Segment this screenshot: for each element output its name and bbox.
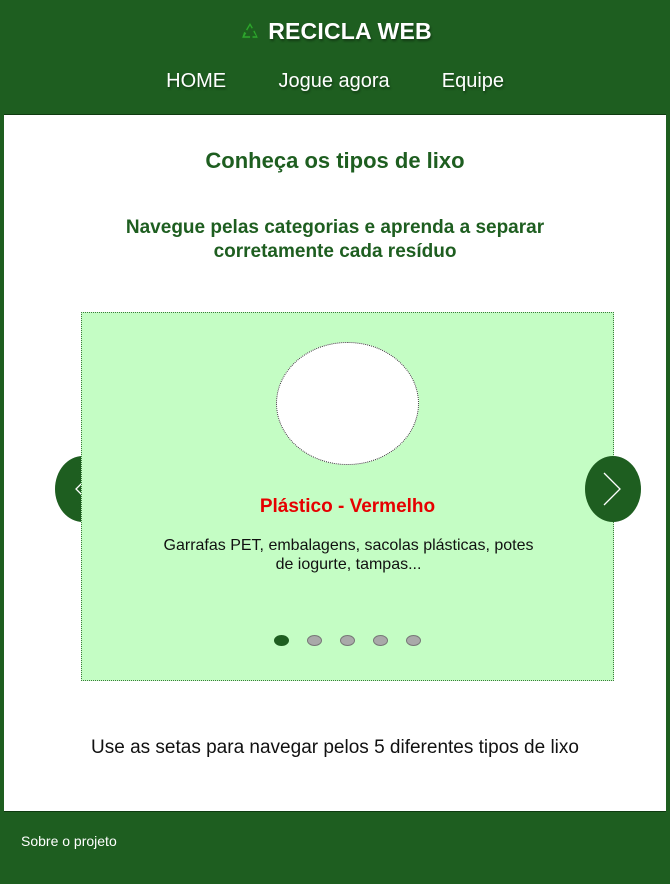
brand-title: RECICLA WEB <box>268 18 432 44</box>
page-subtitle: Navegue pelas categorias e aprenda a sep… <box>125 217 545 262</box>
carousel-next-button[interactable] <box>585 456 641 522</box>
carousel-dot-4[interactable] <box>373 635 388 646</box>
nav-home[interactable]: HOME <box>140 70 252 93</box>
about-project-link[interactable]: Sobre o projeto <box>21 833 117 849</box>
category-description: Garrafas PET, embalagens, sacolas plásti… <box>163 537 534 573</box>
main-content: Conheça os tipos de lixo Navegue pelas c… <box>4 115 666 811</box>
site-footer: Sobre o projeto <box>4 811 666 884</box>
carousel-dot-1[interactable] <box>274 635 289 646</box>
recycle-icon <box>238 20 262 44</box>
navigation-hint: Use as setas para navegar pelos 5 difere… <box>91 737 579 758</box>
carousel-dot-2[interactable] <box>307 635 322 646</box>
category-image-placeholder <box>276 342 419 465</box>
brand: RECICLA WEB <box>4 18 666 45</box>
site-header: RECICLA WEB HOME Jogue agora Equipe <box>4 0 666 115</box>
carousel-card: Plástico - Vermelho Garrafas PET, embala… <box>81 312 614 681</box>
nav-jogue-agora[interactable]: Jogue agora <box>252 70 416 93</box>
carousel-dot-3[interactable] <box>340 635 355 646</box>
page: RECICLA WEB HOME Jogue agora Equipe Conh… <box>0 0 670 884</box>
page-title: Conheça os tipos de lixo <box>205 148 465 173</box>
nav-equipe[interactable]: Equipe <box>416 70 530 93</box>
carousel-dot-5[interactable] <box>406 635 421 646</box>
chevron-right-icon <box>603 472 621 506</box>
carousel-indicators <box>82 635 613 646</box>
main-nav: HOME Jogue agora Equipe <box>4 70 666 93</box>
category-title: Plástico - Vermelho <box>259 496 436 517</box>
